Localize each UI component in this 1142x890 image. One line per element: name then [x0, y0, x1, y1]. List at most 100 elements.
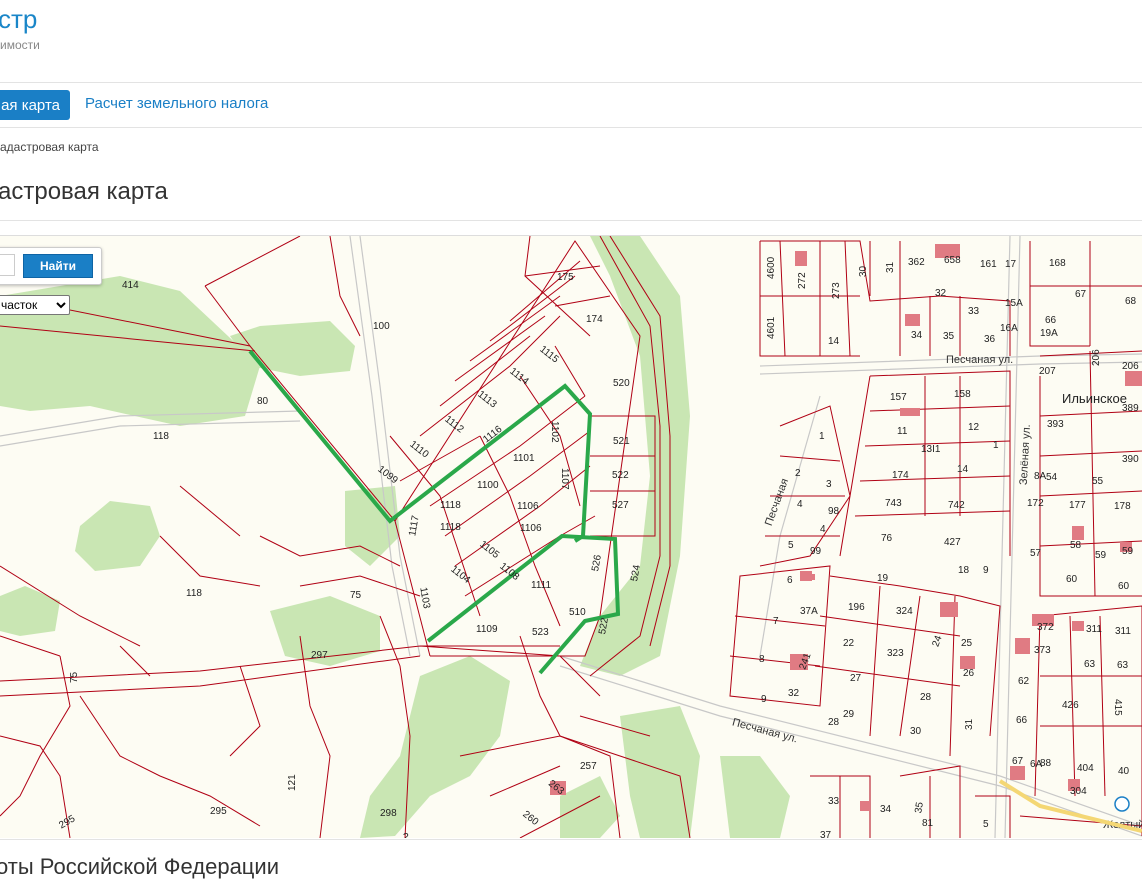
svg-text:26: 26: [963, 668, 975, 679]
tab-cadastral-map[interactable]: ая карта: [0, 90, 70, 120]
svg-text:311: 311: [1115, 626, 1131, 637]
svg-text:207: 207: [1039, 366, 1056, 377]
svg-text:523: 523: [532, 627, 549, 638]
svg-text:426: 426: [1062, 700, 1079, 711]
svg-text:324: 324: [896, 606, 913, 617]
svg-text:99: 99: [810, 546, 822, 557]
svg-text:4: 4: [797, 499, 803, 510]
svg-text:4601: 4601: [766, 316, 777, 339]
svg-text:31: 31: [964, 718, 975, 730]
svg-text:304: 304: [1070, 786, 1087, 797]
svg-text:1106: 1106: [517, 501, 539, 512]
page-title: астровая карта: [0, 178, 168, 205]
svg-text:60: 60: [1118, 581, 1130, 592]
svg-text:2: 2: [795, 468, 801, 479]
svg-text:9: 9: [761, 694, 767, 705]
svg-text:67: 67: [1075, 289, 1087, 300]
svg-text:54: 54: [1046, 472, 1058, 483]
svg-text:66: 66: [1016, 715, 1028, 726]
search-input[interactable]: [0, 254, 15, 276]
svg-text:80: 80: [257, 396, 269, 407]
svg-text:521: 521: [613, 436, 630, 447]
svg-text:63: 63: [1117, 660, 1129, 671]
bus-stop-icon[interactable]: [1114, 796, 1130, 812]
svg-text:19: 19: [877, 573, 889, 584]
logo-title[interactable]: стр: [0, 4, 37, 35]
svg-text:59: 59: [1122, 546, 1134, 557]
svg-text:4: 4: [820, 524, 826, 535]
svg-text:1099: 1099: [375, 464, 400, 487]
map-canvas[interactable]: 175 174 100 414 80 118 118 75 297 295 12…: [0, 236, 1142, 838]
svg-text:257: 257: [580, 761, 597, 772]
search-button[interactable]: Найти: [23, 254, 93, 278]
svg-text:33: 33: [828, 796, 840, 807]
street-label-peschanaya-3: Песчаная: [763, 477, 791, 528]
svg-text:68: 68: [1125, 296, 1137, 307]
svg-text:196: 196: [848, 602, 865, 613]
svg-text:62: 62: [1018, 676, 1030, 687]
svg-text:1111: 1111: [531, 580, 551, 591]
svg-text:34: 34: [880, 804, 892, 815]
cadastral-map[interactable]: 175 174 100 414 80 118 118 75 297 295 12…: [0, 235, 1142, 838]
svg-text:1103: 1103: [417, 586, 432, 610]
svg-text:415: 415: [1112, 699, 1123, 716]
svg-text:6А: 6А: [1030, 759, 1043, 770]
svg-text:8: 8: [759, 654, 765, 665]
svg-text:372: 372: [1037, 622, 1054, 633]
object-type-select[interactable]: часток: [0, 295, 70, 315]
svg-text:25: 25: [961, 638, 973, 649]
svg-text:373: 373: [1034, 645, 1051, 656]
svg-text:118: 118: [186, 588, 202, 599]
svg-text:520: 520: [613, 378, 630, 389]
svg-text:1115: 1115: [537, 344, 560, 366]
svg-text:37А: 37А: [800, 606, 818, 617]
svg-text:1101: 1101: [513, 453, 535, 464]
svg-text:1112: 1112: [442, 414, 465, 436]
svg-text:178: 178: [1114, 501, 1131, 512]
svg-text:19А: 19А: [1040, 328, 1058, 339]
svg-text:404: 404: [1077, 763, 1094, 774]
street-label-zelenaya: Зелёная ул.: [1018, 424, 1033, 485]
svg-text:1: 1: [819, 431, 825, 442]
svg-text:1117: 1117: [407, 514, 422, 537]
svg-text:526: 526: [590, 554, 604, 573]
svg-text:295: 295: [210, 806, 227, 817]
svg-text:?: ?: [403, 832, 409, 838]
svg-text:28: 28: [828, 717, 840, 728]
svg-text:158: 158: [954, 389, 971, 400]
svg-text:63: 63: [1084, 659, 1096, 670]
svg-text:323: 323: [887, 648, 904, 659]
svg-text:17: 17: [1005, 259, 1017, 270]
svg-text:414: 414: [122, 280, 139, 291]
svg-text:1113: 1113: [475, 389, 498, 411]
svg-text:30: 30: [910, 726, 922, 737]
svg-text:29: 29: [843, 709, 855, 720]
svg-text:1109: 1109: [476, 624, 498, 635]
svg-text:15А: 15А: [1005, 298, 1023, 309]
svg-text:76: 76: [881, 533, 893, 544]
svg-text:658: 658: [944, 255, 961, 266]
tab-land-tax[interactable]: Расчет земельного налога: [85, 95, 268, 112]
svg-text:11: 11: [897, 426, 908, 437]
svg-text:260: 260: [520, 809, 540, 828]
svg-text:37: 37: [820, 830, 832, 838]
svg-text:24: 24: [930, 634, 944, 649]
svg-text:31: 31: [885, 261, 896, 273]
svg-text:1102: 1102: [549, 421, 560, 443]
svg-text:273: 273: [831, 282, 842, 299]
svg-text:28: 28: [920, 692, 932, 703]
breadcrumb[interactable]: адастровая карта: [0, 140, 99, 154]
svg-text:175: 175: [557, 272, 574, 283]
svg-text:75: 75: [69, 671, 80, 683]
svg-text:98: 98: [828, 506, 840, 517]
svg-text:8А: 8А: [1034, 471, 1047, 482]
svg-text:34: 34: [911, 330, 923, 341]
svg-text:59: 59: [1095, 550, 1107, 561]
svg-text:1114: 1114: [507, 366, 530, 388]
svg-text:206: 206: [1122, 361, 1139, 372]
svg-text:118: 118: [153, 431, 169, 442]
section-title: оты Российской Федерации: [0, 854, 279, 879]
svg-text:742: 742: [948, 500, 965, 511]
svg-text:100: 100: [373, 321, 390, 332]
nav-divider: [0, 127, 1142, 128]
